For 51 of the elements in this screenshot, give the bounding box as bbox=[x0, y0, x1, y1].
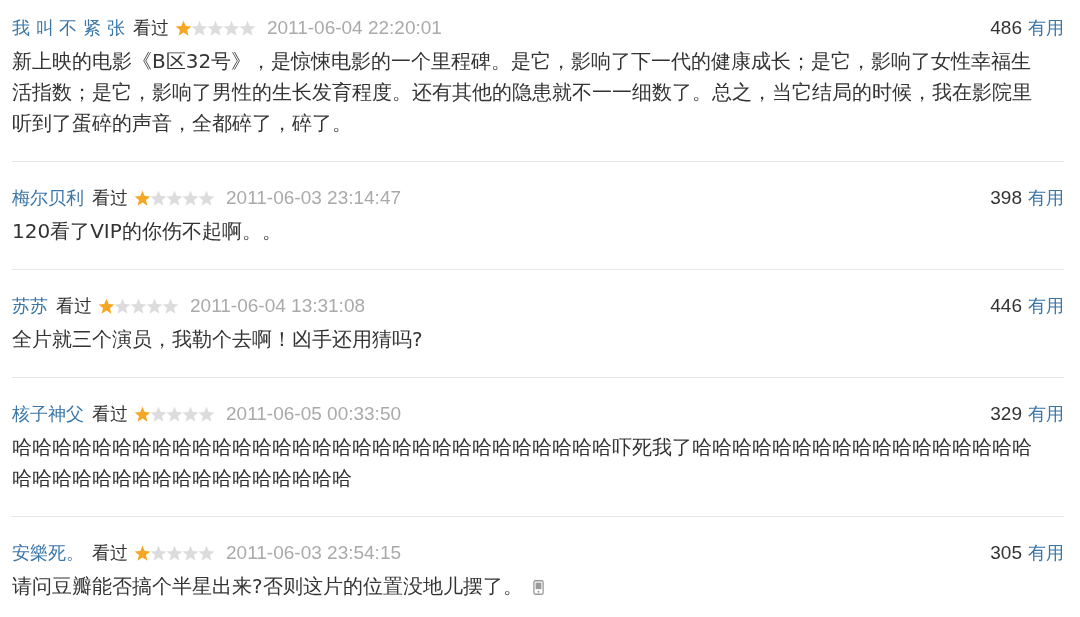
watched-label: 看过 bbox=[132, 16, 169, 40]
watched-label: 看过 bbox=[56, 294, 92, 318]
empty-star-icon bbox=[162, 297, 179, 315]
review-time: 2011-06-04 22:20:01 bbox=[266, 17, 442, 39]
review-text: 120看了VIP的你伤不起啊。。 bbox=[12, 219, 282, 243]
empty-star-icon bbox=[150, 544, 167, 562]
vote-count: 486 bbox=[990, 17, 1022, 39]
empty-star-icon bbox=[114, 297, 131, 315]
vote-count: 446 bbox=[990, 295, 1022, 317]
empty-star-icon bbox=[198, 405, 215, 423]
review-time: 2011-06-04 13:31:08 bbox=[190, 295, 366, 317]
empty-star-icon bbox=[146, 297, 163, 315]
username-link[interactable]: 梅尔贝利 bbox=[12, 186, 84, 210]
empty-star-icon bbox=[198, 544, 215, 562]
review-text: 请问豆瓣能否搞个半星出来?否则这片的位置没地儿摆了。 bbox=[12, 574, 523, 598]
watched-label: 看过 bbox=[92, 402, 128, 426]
filled-star-icon bbox=[98, 297, 115, 315]
empty-star-icon bbox=[166, 544, 183, 562]
empty-star-icon bbox=[182, 405, 199, 423]
filled-star-icon bbox=[174, 19, 192, 37]
empty-star-icon bbox=[166, 189, 183, 207]
vote-count: 398 bbox=[990, 187, 1022, 209]
vote-count: 329 bbox=[990, 403, 1022, 425]
username-link[interactable]: 核子神父 bbox=[12, 402, 84, 426]
useful-link[interactable]: 有用 bbox=[1028, 294, 1064, 318]
watched-label: 看过 bbox=[92, 186, 128, 210]
watched-label: 看过 bbox=[92, 541, 128, 565]
review-text: 哈哈哈哈哈哈哈哈哈哈哈哈哈哈哈哈哈哈哈哈哈哈哈哈哈哈哈哈哈哈吓死我了哈哈哈哈哈哈哈哈哈哈哈哈哈哈哈哈哈哈哈哈哈哈哈哈哈哈哈哈哈哈哈哈哈哈 bbox=[12, 435, 1032, 490]
empty-star-icon bbox=[130, 297, 147, 315]
filled-star-icon bbox=[134, 189, 151, 207]
filled-star-icon bbox=[134, 405, 151, 423]
review-text: 全片就三个演员，我勒个去啊！凶手还用猜吗? bbox=[12, 327, 423, 351]
useful-link[interactable]: 有用 bbox=[1028, 16, 1064, 40]
empty-star-icon bbox=[182, 189, 199, 207]
review-time: 2011-06-05 00:33:50 bbox=[226, 403, 402, 425]
username-link[interactable]: 我 叫 不 紧 张 bbox=[12, 16, 125, 40]
useful-link[interactable]: 有用 bbox=[1028, 541, 1064, 565]
username-link[interactable]: 苏苏 bbox=[12, 294, 48, 318]
empty-star-icon bbox=[150, 405, 167, 423]
review-text: 新上映的电影《B区32号》，是惊悚电影的一个里程碑。是它，影响了下一代的健康成长；是它，影响了女性幸福生活指数；是它，影响了男性的生长发育程度。还有其他的隐患就不一一细数了。总之，当它结局的时候，我在影院里听到了蛋碎的声音，全都碎了，碎了。 bbox=[12, 49, 1032, 135]
empty-star-icon bbox=[182, 544, 199, 562]
review-time: 2011-06-03 23:14:47 bbox=[226, 187, 402, 209]
username-link[interactable]: 安樂死。 bbox=[12, 541, 84, 565]
useful-link[interactable]: 有用 bbox=[1028, 402, 1064, 426]
vote-count: 305 bbox=[990, 542, 1022, 564]
useful-link[interactable]: 有用 bbox=[1028, 186, 1064, 210]
empty-star-icon bbox=[150, 189, 167, 207]
review-time: 2011-06-03 23:54:15 bbox=[226, 542, 402, 564]
empty-star-icon bbox=[198, 189, 215, 207]
empty-star-icon bbox=[166, 405, 183, 423]
filled-star-icon bbox=[134, 544, 151, 562]
